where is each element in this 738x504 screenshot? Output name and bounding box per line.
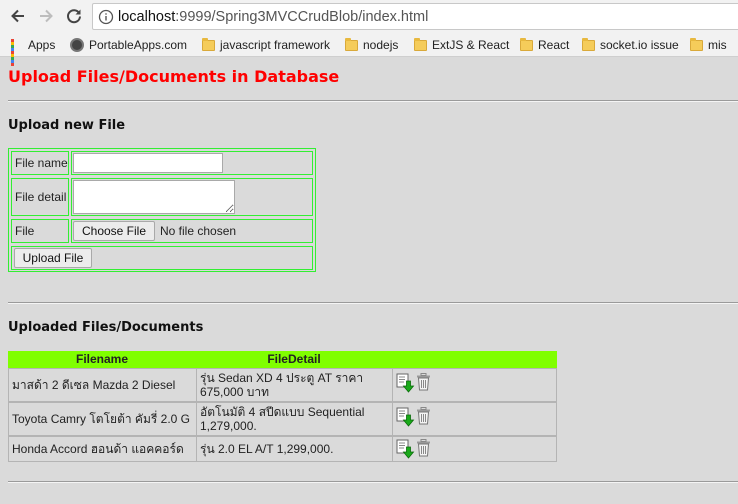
column-header-filename: Filename <box>75 352 129 366</box>
choose-file-button[interactable]: Choose File <box>73 221 155 241</box>
folder-icon <box>520 37 533 51</box>
portableapps-icon <box>70 38 84 52</box>
reload-button[interactable] <box>63 5 85 27</box>
filedetail-cell: รุ่น Sedan XD 4 ประตู AT ราคา 675,000 บา… <box>196 368 393 402</box>
upload-form: File name File detail File Choose File N… <box>8 148 316 272</box>
no-file-chosen-text: No file chosen <box>160 224 237 238</box>
folder-icon <box>345 37 358 51</box>
download-icon[interactable] <box>396 373 415 393</box>
upload-file-button[interactable]: Upload File <box>14 248 92 268</box>
page-title: Upload Files/Documents in Database <box>8 67 340 86</box>
forward-arrow-icon <box>40 9 53 23</box>
apps-grid-icon <box>11 39 23 66</box>
reload-icon <box>67 9 81 24</box>
folder-icon <box>582 37 595 51</box>
bookmarks-bar: Apps PortableApps.com javascript framewo… <box>0 33 738 66</box>
back-arrow-icon <box>11 9 24 23</box>
table-row: Honda Accord ฮอนด้า แอคคอร์ด รุ่น 2.0 EL… <box>8 436 557 462</box>
file-label: File <box>11 219 69 243</box>
bookmark-socketio-issue[interactable]: socket.io issue <box>582 33 679 57</box>
bookmark-mis[interactable]: mis <box>690 33 727 57</box>
download-icon[interactable] <box>396 407 415 427</box>
bookmark-apps[interactable]: Apps <box>11 33 55 66</box>
download-icon[interactable] <box>396 439 415 459</box>
folder-icon <box>690 37 703 51</box>
column-header-filedetail: FileDetail <box>267 352 321 366</box>
bookmark-portableapps[interactable]: PortableApps.com <box>70 33 187 57</box>
uploaded-files-heading: Uploaded Files/Documents <box>8 320 204 335</box>
address-bar[interactable]: localhost:9999/Spring3MVCCrudBlob/index.… <box>92 3 738 30</box>
bookmark-extjs-react[interactable]: ExtJS & React <box>414 33 509 57</box>
file-name-input[interactable] <box>73 153 223 173</box>
url-text: localhost:9999/Spring3MVCCrudBlob/index.… <box>118 8 429 25</box>
folder-icon <box>414 37 427 51</box>
file-name-label: File name <box>11 151 69 175</box>
trash-icon[interactable] <box>416 373 431 391</box>
filedetail-cell: รุ่น 2.0 EL A/T 1,299,000. <box>196 436 393 462</box>
divider <box>8 481 738 483</box>
forward-button[interactable] <box>35 5 57 27</box>
upload-section-heading: Upload new File <box>8 118 126 133</box>
filedetail-cell: อัตโนมัติ 4 สปีดแบบ Sequential 1,279,000… <box>196 402 393 436</box>
filename-cell: มาสด้า 2 ดีเซล Mazda 2 Diesel <box>8 368 197 402</box>
browser-toolbar: localhost:9999/Spring3MVCCrudBlob/index.… <box>0 0 738 33</box>
filename-cell: Honda Accord ฮอนด้า แอคคอร์ด <box>8 436 197 462</box>
filename-cell: Toyota Camry โตโยต้า คัมรี่ 2.0 G <box>8 402 197 436</box>
divider <box>8 302 738 304</box>
folder-icon <box>202 37 215 51</box>
bookmark-javascript-framework[interactable]: javascript framework <box>202 33 330 57</box>
table-header: Filename FileDetail <box>8 351 557 368</box>
table-row: Toyota Camry โตโยต้า คัมรี่ 2.0 G อัตโนม… <box>8 402 557 436</box>
trash-icon[interactable] <box>416 439 431 457</box>
divider <box>8 100 738 102</box>
table-row: มาสด้า 2 ดีเซล Mazda 2 Diesel รุ่น Sedan… <box>8 368 557 402</box>
file-detail-textarea[interactable] <box>73 180 235 214</box>
bookmark-react[interactable]: React <box>520 33 569 57</box>
info-icon <box>98 9 114 24</box>
bookmark-nodejs[interactable]: nodejs <box>345 33 398 57</box>
trash-icon[interactable] <box>416 407 431 425</box>
file-detail-label: File detail <box>11 178 69 216</box>
back-button[interactable] <box>7 5 29 27</box>
